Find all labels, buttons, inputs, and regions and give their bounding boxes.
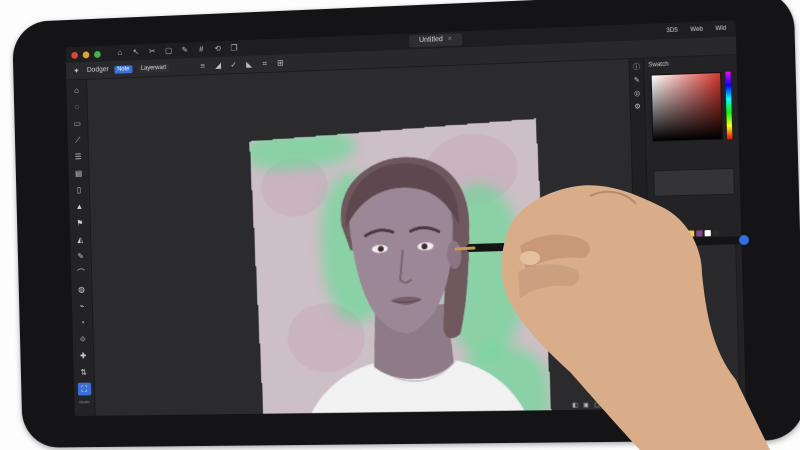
- color-picker-field[interactable]: [650, 71, 723, 142]
- settings-icon[interactable]: ⚙: [633, 102, 643, 111]
- crop-icon[interactable]: ✂: [147, 47, 157, 56]
- rectangle-icon[interactable]: ▭: [71, 117, 85, 130]
- swatch-panel-title: Swatch: [654, 220, 676, 228]
- color-swatch[interactable]: [696, 230, 703, 237]
- tablet-frame: ⌂ ↖ ✂ ▢ ✎ # ⟲ ❐ Untitled × 3D5 Web Wld ✦ Dodger …: [12, 0, 800, 448]
- workspace-tabs: 3D5 Web Wld: [663, 22, 729, 37]
- burn-icon[interactable]: ◔: [76, 316, 90, 329]
- color-swatch[interactable]: [663, 231, 670, 238]
- options-chip-note[interactable]: Note: [114, 64, 133, 74]
- stack-icon[interactable]: ▤: [72, 167, 86, 180]
- shape-icon[interactable]: ◭: [73, 233, 87, 246]
- studio-tool-icon[interactable]: ⛶: [77, 382, 91, 396]
- color-swatch[interactable]: [704, 230, 711, 237]
- curve-icon[interactable]: ⌒: [74, 266, 88, 279]
- title-toolbar: ⌂ ↖ ✂ ▢ ✎ # ⟲ ❐: [115, 43, 239, 57]
- color-swatch[interactable]: [679, 230, 686, 237]
- frame-icon[interactable]: ▣: [583, 401, 589, 408]
- portrait-image: [249, 118, 553, 417]
- home-icon[interactable]: ⌂: [115, 48, 125, 57]
- corner-icon[interactable]: ◢: [213, 61, 223, 70]
- home-icon[interactable]: ⌂: [70, 84, 84, 97]
- hash-icon[interactable]: ⌗: [260, 58, 270, 68]
- workspace-tab-3d[interactable]: 3D5: [663, 24, 681, 37]
- color-swatch[interactable]: [687, 230, 695, 237]
- frame-icon[interactable]: ▢: [164, 46, 174, 55]
- hue-slider[interactable]: [725, 71, 733, 140]
- color-panel-title: Swatch: [648, 61, 669, 69]
- color-swatch[interactable]: [671, 230, 678, 238]
- grid-icon[interactable]: #: [196, 45, 206, 54]
- triangle-icon[interactable]: ▲: [73, 200, 87, 213]
- brush-icon[interactable]: ✎: [74, 250, 88, 263]
- panel-body: Swatch Swatch: [644, 55, 746, 409]
- studio-tool-caption: Studio: [78, 399, 90, 405]
- align-icon[interactable]: ≡: [198, 61, 208, 70]
- brush-icon[interactable]: ✎: [180, 45, 190, 54]
- path-icon[interactable]: ⟐: [76, 333, 90, 346]
- right-panels: ⓘ ✎ ◎ ⚙ Swatch Swatch: [628, 55, 746, 410]
- options-label: Dodger: [86, 66, 109, 74]
- rotate-icon[interactable]: ⟲: [213, 44, 223, 53]
- wave-icon[interactable]: ⌁: [75, 300, 89, 313]
- layers-icon[interactable]: ❐: [229, 43, 239, 52]
- check-icon[interactable]: ✓: [229, 60, 239, 69]
- options-chip-layer[interactable]: Layerwart: [137, 63, 170, 73]
- swap-icon[interactable]: ⇅: [77, 366, 91, 379]
- pen-icon[interactable]: ✎: [632, 76, 642, 85]
- corner-left-icon[interactable]: ◣: [244, 60, 254, 69]
- list-icon[interactable]: ▤: [626, 401, 632, 408]
- select-icon[interactable]: ↖: [131, 47, 141, 56]
- minimize-window-button[interactable]: [82, 50, 90, 58]
- dodge-icon[interactable]: ◍: [75, 283, 89, 296]
- info-icon[interactable]: ⓘ: [632, 63, 642, 73]
- color-swatch[interactable]: [712, 229, 720, 237]
- scene: ⌂ ↖ ✂ ▢ ✎ # ⟲ ❐ Untitled × 3D5 Web Wld ✦ Dodger …: [0, 0, 800, 450]
- panel-icon[interactable]: ▯: [72, 183, 86, 196]
- layers-panel: [655, 241, 741, 397]
- close-window-button[interactable]: [71, 51, 79, 59]
- workspace-tab-web[interactable]: Web: [687, 23, 706, 36]
- document-tab-label: Untitled: [419, 36, 443, 45]
- adjustments-panel: [653, 167, 735, 197]
- add-icon[interactable]: ✚: [76, 349, 90, 362]
- swatch-row: [654, 229, 720, 238]
- close-tab-icon[interactable]: ×: [448, 36, 452, 43]
- maximize-window-button[interactable]: [93, 50, 101, 58]
- document-tab[interactable]: Untitled ×: [408, 33, 463, 48]
- grid-icon[interactable]: ⊞: [275, 58, 285, 67]
- view-icon[interactable]: ◧: [572, 401, 578, 408]
- line-icon[interactable]: ⟋: [71, 134, 85, 147]
- target-icon[interactable]: ◎: [632, 89, 642, 98]
- menu-icon[interactable]: ☰: [71, 150, 85, 163]
- canvas-area[interactable]: [87, 59, 638, 417]
- lasso-icon[interactable]: ◌: [70, 100, 84, 113]
- tool-preset-icon[interactable]: ✦: [72, 66, 82, 75]
- portrait-figure: [298, 152, 536, 417]
- color-swatch[interactable]: [654, 231, 662, 238]
- tablet-screen: ⌂ ↖ ✂ ▢ ✎ # ⟲ ❐ Untitled × 3D5 Web Wld ✦ Dodger …: [65, 20, 746, 417]
- square-icon[interactable]: ▢: [594, 401, 600, 408]
- workspace-tab-wld[interactable]: Wld: [712, 22, 729, 35]
- flag-icon[interactable]: ⚑: [73, 217, 87, 230]
- collapse-icon[interactable]: ⊟: [605, 401, 610, 408]
- close-box-icon[interactable]: ⊠: [615, 401, 620, 408]
